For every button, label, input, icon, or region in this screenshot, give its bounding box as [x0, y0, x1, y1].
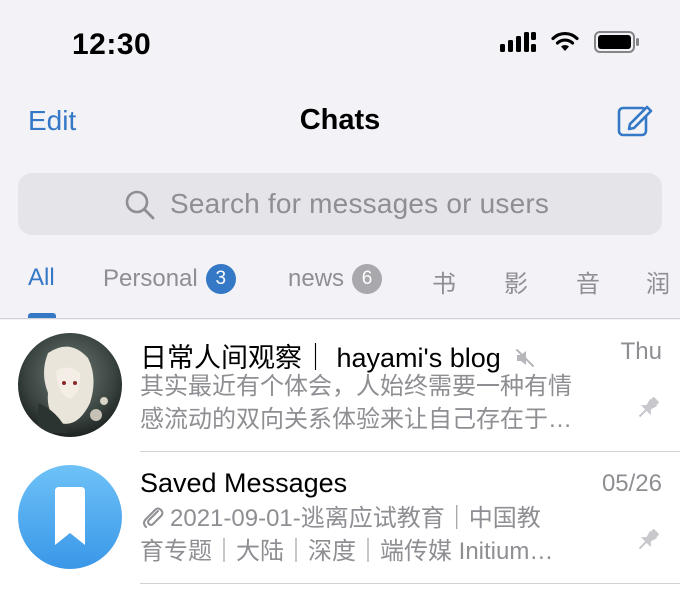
unread-badge: 3 [205, 264, 236, 294]
chat-row-saved-messages[interactable]: Saved Messages 05/26 2021-09-01-逃离应试教育｜中… [0, 452, 680, 584]
chat-date: 05/26 [601, 470, 662, 497]
status-icons [500, 30, 640, 54]
message-preview-text: 2021-09-01-逃离应试教育｜中国教 [170, 505, 541, 532]
message-preview-line: 其实最近有个体会，人始终需要一种有情 [140, 373, 572, 400]
tab-news[interactable]: news 6 [288, 264, 383, 294]
avatar [18, 465, 122, 569]
paperclip-icon [143, 507, 164, 528]
chat-list: 日常人间观察｜ hayami's blog Thu 其实最近有个体会，人始终需要… [0, 320, 680, 590]
folder-tabs: All Personal 3 news 6 书 影 音 润 [0, 255, 680, 320]
status-bar: 12:30 [0, 0, 680, 90]
chat-row-hayami-blog[interactable]: 日常人间观察｜ hayami's blog Thu 其实最近有个体会，人始终需要… [0, 320, 680, 452]
tab-music[interactable]: 音 [576, 264, 600, 299]
tab-label: 书 [432, 271, 456, 298]
compose-icon[interactable] [616, 100, 654, 138]
message-preview-line: 育专题｜大陆｜深度｜端传媒 Initium… [140, 538, 554, 565]
pin-icon [638, 529, 659, 550]
muted-icon [516, 349, 535, 367]
cellular-signal-icon [500, 32, 536, 52]
search-input[interactable]: Search for messages or users [170, 188, 549, 220]
chat-title: Saved Messages [140, 468, 348, 498]
tab-label: news [288, 265, 345, 292]
tab-label: 音 [576, 271, 600, 298]
divider [0, 318, 680, 319]
search-icon [125, 190, 155, 220]
tab-movies[interactable]: 影 [504, 264, 528, 299]
chat-date: Thu [620, 338, 662, 365]
pin-icon [638, 397, 659, 418]
message-preview-line: 2021-09-01-逃离应试教育｜中国教 [140, 502, 625, 535]
status-time: 12:30 [72, 28, 152, 61]
battery-icon [594, 31, 639, 53]
tab-label: 影 [504, 271, 528, 298]
tab-books[interactable]: 书 [432, 264, 456, 299]
tab-label: All [28, 264, 55, 291]
tab-label: 润 [646, 271, 670, 298]
chat-title-text: 日常人间观察｜ hayami's blog [140, 343, 501, 373]
tab-all[interactable]: All [28, 264, 55, 292]
avatar [18, 333, 122, 437]
navigation-bar: Edit Chats [0, 95, 680, 145]
search-bar[interactable]: Search for messages or users [18, 173, 662, 235]
message-preview-line: 感流动的双向关系体验来让自己存在于… [140, 406, 572, 433]
tab-personal[interactable]: Personal 3 [103, 264, 236, 294]
tab-label: Personal [103, 265, 198, 292]
tab-run[interactable]: 润 [646, 264, 670, 299]
unread-badge: 6 [352, 264, 383, 294]
page-title: Chats [299, 104, 381, 136]
wifi-icon [551, 31, 579, 51]
divider [140, 583, 680, 584]
